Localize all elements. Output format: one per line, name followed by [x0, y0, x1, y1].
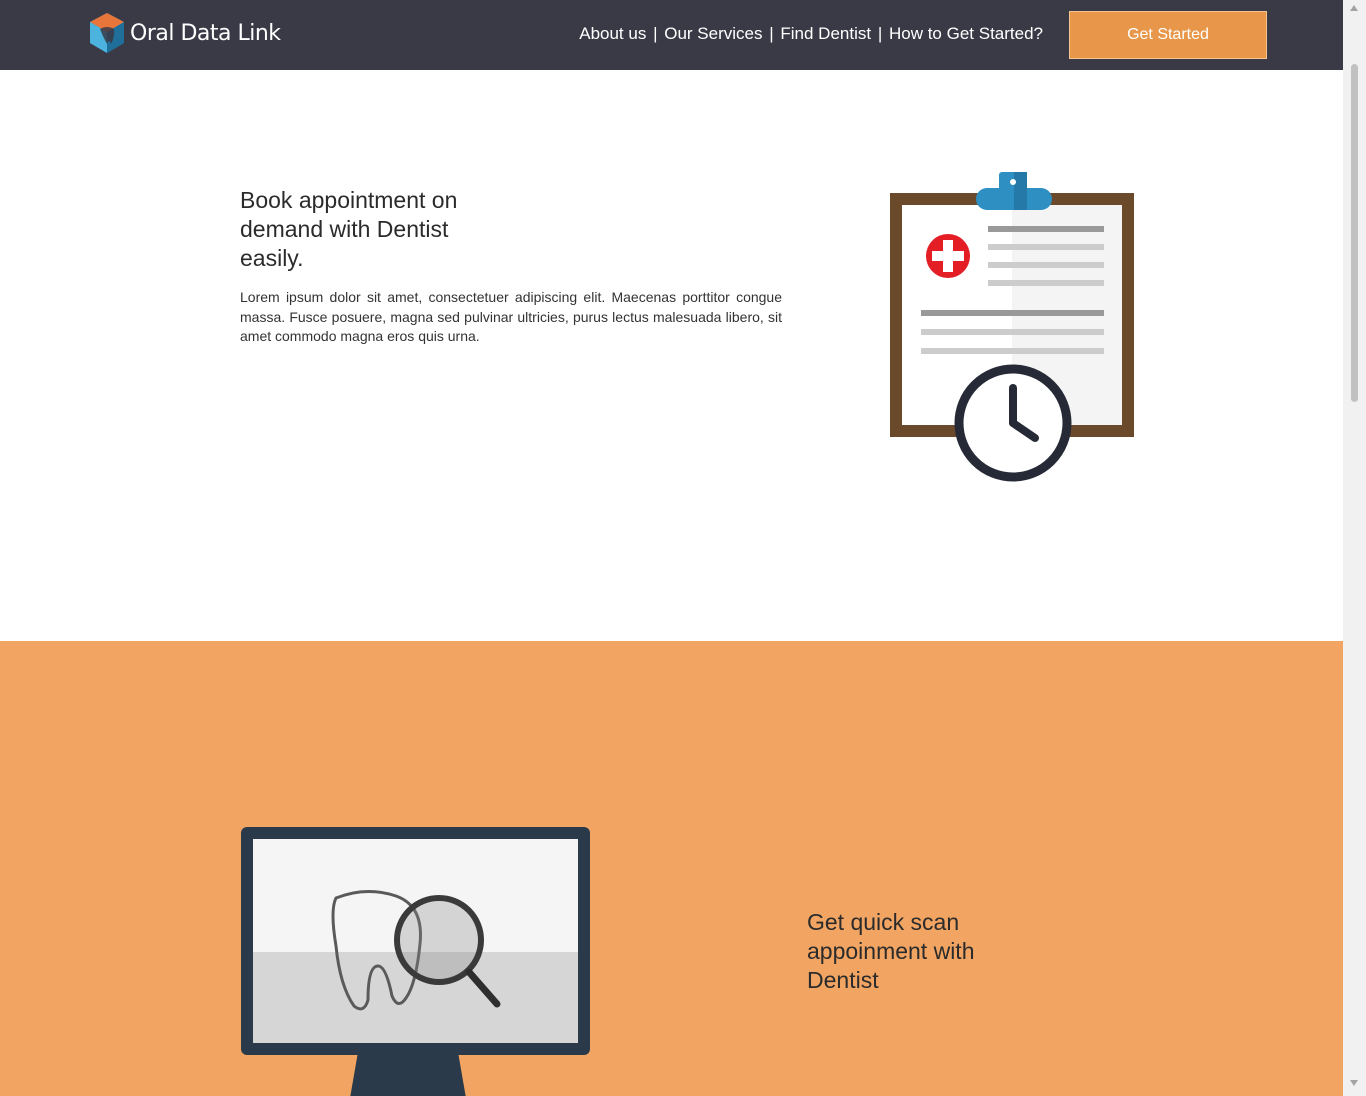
booking-description: Lorem ipsum dolor sit amet, consectetuer…	[240, 289, 782, 344]
brand-name: Oral Data Link	[130, 20, 281, 46]
main-nav: About us | Our Services | Find Dentist |…	[579, 24, 1043, 44]
page: Oral Data Link About us | Our Services |…	[0, 0, 1343, 1096]
scan-title: Get quick scan appoinment with Dentist	[807, 909, 975, 993]
nav-our-services[interactable]: Our Services	[664, 24, 762, 43]
scrollbar-thumb[interactable]	[1351, 64, 1358, 402]
logo-cube-icon	[90, 13, 124, 53]
nav-how-to-get-started[interactable]: How to Get Started?	[889, 24, 1043, 43]
nav-find-dentist[interactable]: Find Dentist	[780, 24, 871, 43]
nav-separator: |	[769, 24, 774, 43]
nav-about-us[interactable]: About us	[579, 24, 646, 43]
site-header: Oral Data Link About us | Our Services |…	[0, 0, 1343, 70]
monitor-tooth-scan-icon	[241, 827, 590, 1096]
scan-section: Get quick scan appoinment with Dentist	[0, 641, 1343, 1096]
brand-logo[interactable]: Oral Data Link	[88, 12, 281, 54]
scroll-down-arrow-icon[interactable]	[1350, 1080, 1358, 1086]
nav-separator: |	[877, 24, 883, 43]
clipboard-clock-icon	[890, 172, 1134, 482]
booking-title: Book appointment on demand with Dentist …	[240, 187, 458, 271]
vertical-scrollbar[interactable]	[1343, 0, 1366, 1096]
scroll-up-arrow-icon[interactable]	[1350, 5, 1358, 11]
get-started-button[interactable]: Get Started	[1069, 11, 1267, 59]
booking-section: Book appointment on demand with Dentist …	[0, 70, 1343, 641]
nav-separator: |	[653, 24, 658, 43]
